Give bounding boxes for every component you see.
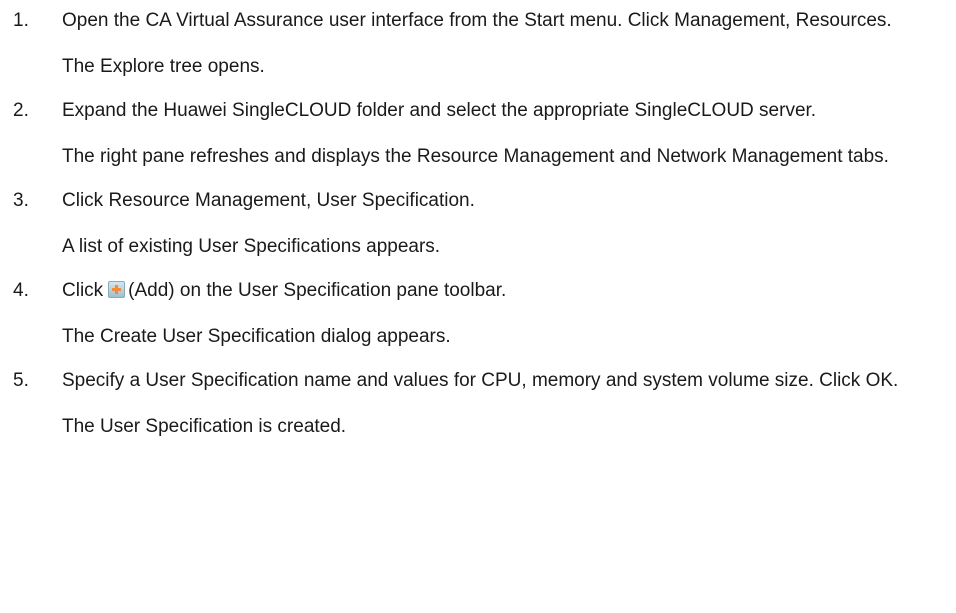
step-number: 4. [13, 280, 29, 301]
procedure-steps: 1. Open the CA Virtual Assurance user in… [0, 0, 956, 441]
step-result: The Create User Specification dialog app… [62, 326, 451, 347]
step-number: 3. [13, 190, 29, 211]
step-number: 1. [13, 10, 29, 31]
step-result: A list of existing User Specifications a… [62, 236, 441, 257]
step-instruction-text: (Add) on the User Specification pane too… [128, 280, 507, 301]
step-number: 5. [13, 370, 29, 391]
step-instruction-text: Click [62, 280, 104, 301]
step-2: 2. Expand the Huawei SingleCLOUD folder … [0, 97, 956, 187]
step-instruction: Click (Add) on the User Specification pan… [62, 277, 947, 305]
step-instruction: Click Resource Management, User Specific… [62, 190, 475, 211]
step-instruction: Expand the Huawei SingleCLOUD folder and… [62, 100, 817, 121]
step-4: 4. Click (Add) on the User Specification … [0, 277, 956, 367]
step-result: The Explore tree opens. [62, 56, 265, 77]
step-result: The User Specification is created. [62, 416, 347, 437]
step-number: 2. [13, 100, 29, 121]
step-instruction: Specify a User Specification name and va… [62, 370, 899, 391]
step-3: 3. Click Resource Management, User Speci… [0, 187, 956, 277]
step-5: 5. Specify a User Specification name and… [0, 367, 956, 441]
step-1: 1. Open the CA Virtual Assurance user in… [0, 7, 956, 97]
add-icon [108, 281, 126, 298]
step-result: The right pane refreshes and displays th… [62, 146, 889, 167]
step-instruction: Open the CA Virtual Assurance user inter… [62, 10, 892, 31]
